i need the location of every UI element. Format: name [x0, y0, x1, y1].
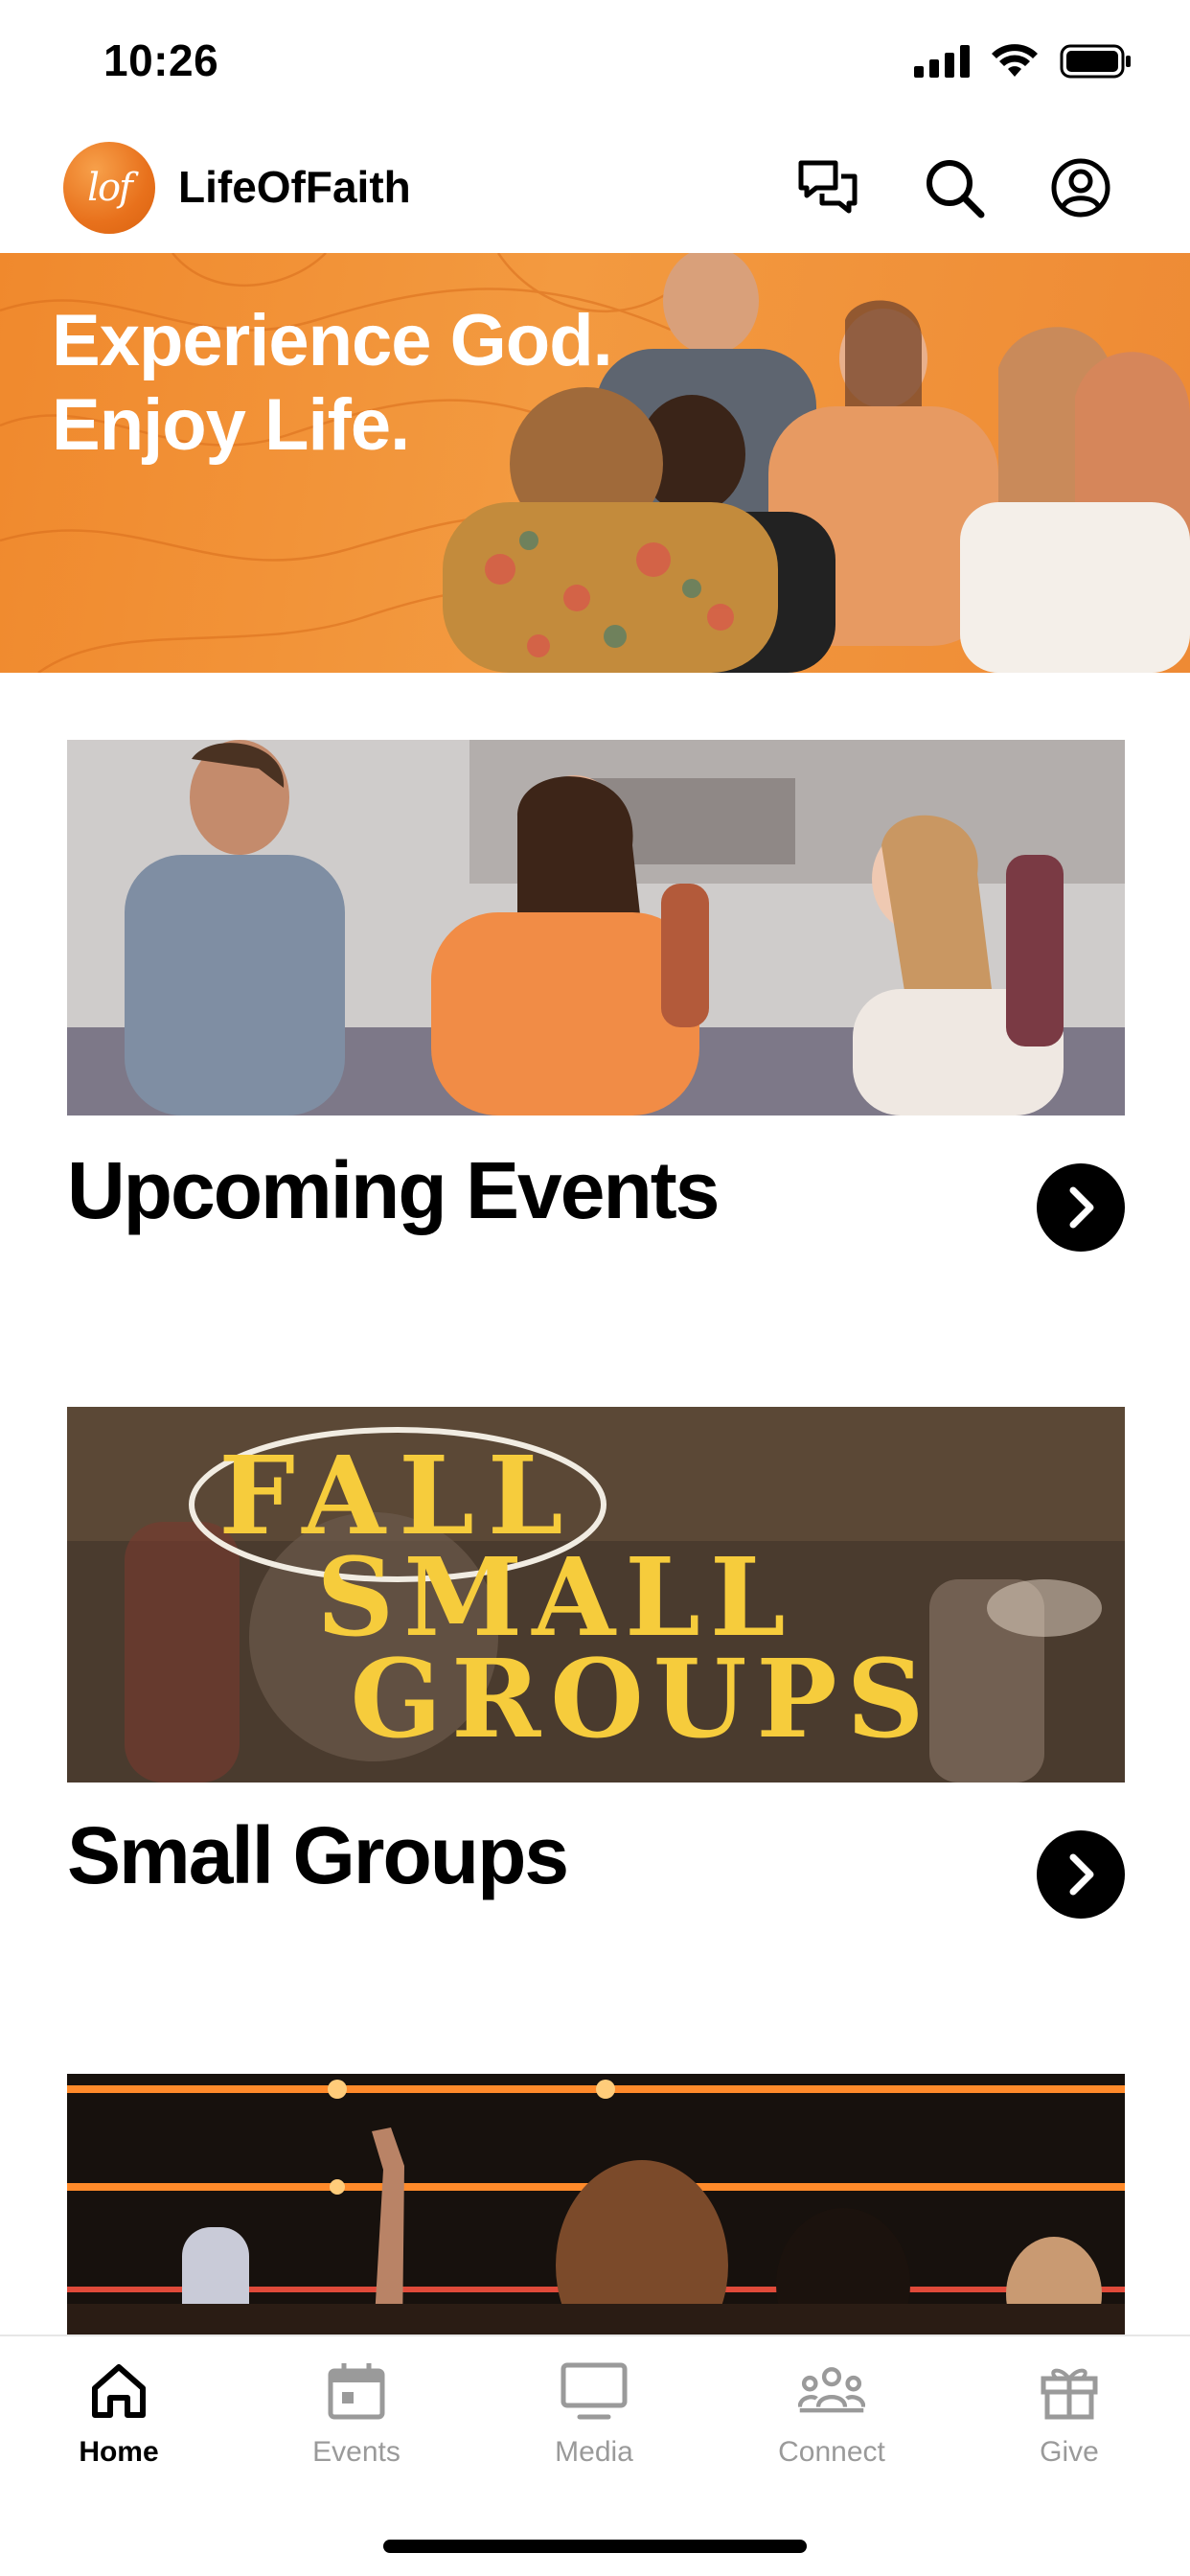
- events-photo: [67, 740, 1125, 1116]
- gift-icon: [1041, 2368, 1098, 2420]
- small-groups-image[interactable]: FALL SMALL GROUPS: [67, 1407, 1125, 1782]
- chat-button[interactable]: [795, 155, 860, 220]
- tab-events[interactable]: Events: [261, 2358, 452, 2492]
- cellular-signal-icon: [914, 45, 970, 78]
- monitor-icon: [561, 2362, 628, 2420]
- status-icons: [914, 44, 1133, 79]
- upcoming-events-title[interactable]: Upcoming Events: [67, 1144, 720, 1237]
- tab-events-label: Events: [312, 2436, 400, 2468]
- search-icon: [927, 160, 985, 218]
- tab-connect[interactable]: Connect: [736, 2358, 927, 2492]
- status-bar: 10:26: [0, 0, 1190, 128]
- upcoming-events-image[interactable]: [67, 740, 1125, 1116]
- tab-media[interactable]: Media: [498, 2358, 690, 2492]
- upcoming-events-card[interactable]: Upcoming Events: [67, 740, 1125, 1252]
- small-groups-title[interactable]: Small Groups: [67, 1809, 569, 1902]
- chat-icon: [798, 160, 858, 214]
- tab-home-label: Home: [79, 2436, 159, 2468]
- tab-connect-label: Connect: [778, 2436, 885, 2468]
- profile-icon: [1051, 158, 1110, 218]
- worship-image[interactable]: [67, 2074, 1125, 2334]
- app-title: LifeOfFaith: [178, 162, 411, 212]
- logo-text: lof: [87, 166, 133, 210]
- app-header: lof LifeOfFaith: [0, 128, 1190, 253]
- small-groups-card[interactable]: FALL SMALL GROUPS Small Groups: [67, 1407, 1125, 1919]
- battery-icon: [1060, 44, 1131, 79]
- status-time: 10:26: [103, 35, 219, 85]
- people-icon: [798, 2367, 865, 2413]
- worship-photo: [67, 2074, 1125, 2334]
- small-groups-photo: FALL SMALL GROUPS: [67, 1407, 1125, 1782]
- hero-banner[interactable]: Experience God. Enjoy Life.: [0, 253, 1190, 673]
- app-logo[interactable]: lof: [63, 142, 155, 234]
- calendar-icon: [328, 2363, 385, 2420]
- small-groups-arrow-button[interactable]: [1037, 1830, 1125, 1919]
- home-icon: [92, 2364, 146, 2418]
- tab-media-label: Media: [555, 2436, 633, 2468]
- tab-home[interactable]: Home: [23, 2358, 215, 2492]
- wifi-icon: [992, 44, 1038, 77]
- chevron-right-icon: [1069, 1853, 1094, 1896]
- upcoming-events-arrow-button[interactable]: [1037, 1163, 1125, 1252]
- search-button[interactable]: [922, 155, 987, 220]
- groups-text: GROUPS: [350, 1637, 933, 1762]
- profile-button[interactable]: [1048, 155, 1113, 220]
- tab-give[interactable]: Give: [973, 2358, 1165, 2492]
- chevron-right-icon: [1069, 1186, 1094, 1229]
- worship-card[interactable]: [67, 2074, 1125, 2334]
- home-indicator[interactable]: [383, 2540, 807, 2553]
- hero-people-photo: [443, 253, 1190, 673]
- tab-give-label: Give: [1040, 2436, 1099, 2468]
